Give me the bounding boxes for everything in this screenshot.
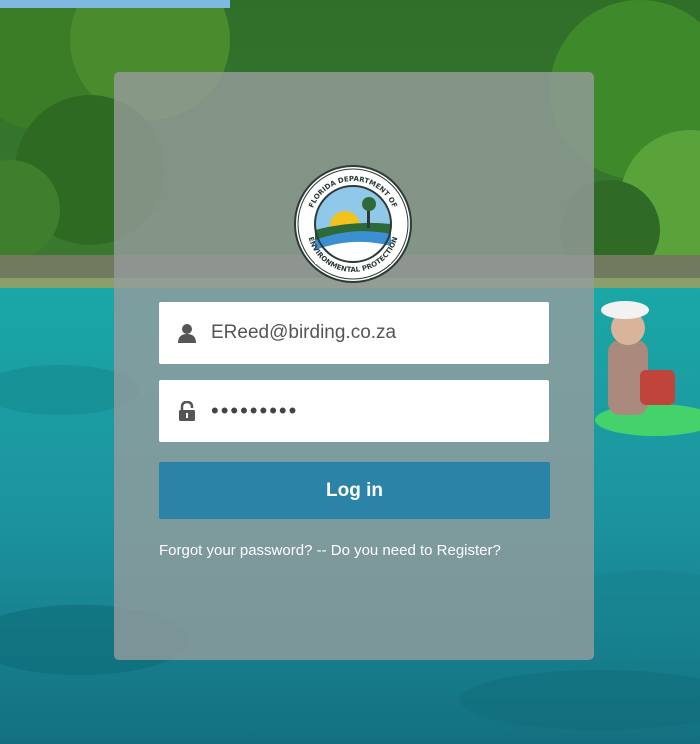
link-separator: -- (312, 542, 331, 559)
password-input[interactable] (211, 391, 549, 431)
password-field[interactable] (159, 380, 549, 442)
username-field[interactable] (159, 302, 549, 364)
user-icon (176, 322, 198, 344)
help-links: Forgot your password? -- Do you need to … (159, 542, 550, 559)
login-panel: FLORIDA DEPARTMENT OF ENVIRONMENTAL PROT… (114, 72, 594, 660)
padlock-icon (176, 400, 198, 422)
username-input[interactable] (211, 313, 549, 353)
login-button[interactable]: Log in (159, 462, 550, 519)
register-link[interactable]: Do you need to Register? (331, 542, 501, 559)
fdep-logo: FLORIDA DEPARTMENT OF ENVIRONMENTAL PROT… (293, 164, 413, 284)
forgot-password-link[interactable]: Forgot your password? (159, 542, 312, 559)
